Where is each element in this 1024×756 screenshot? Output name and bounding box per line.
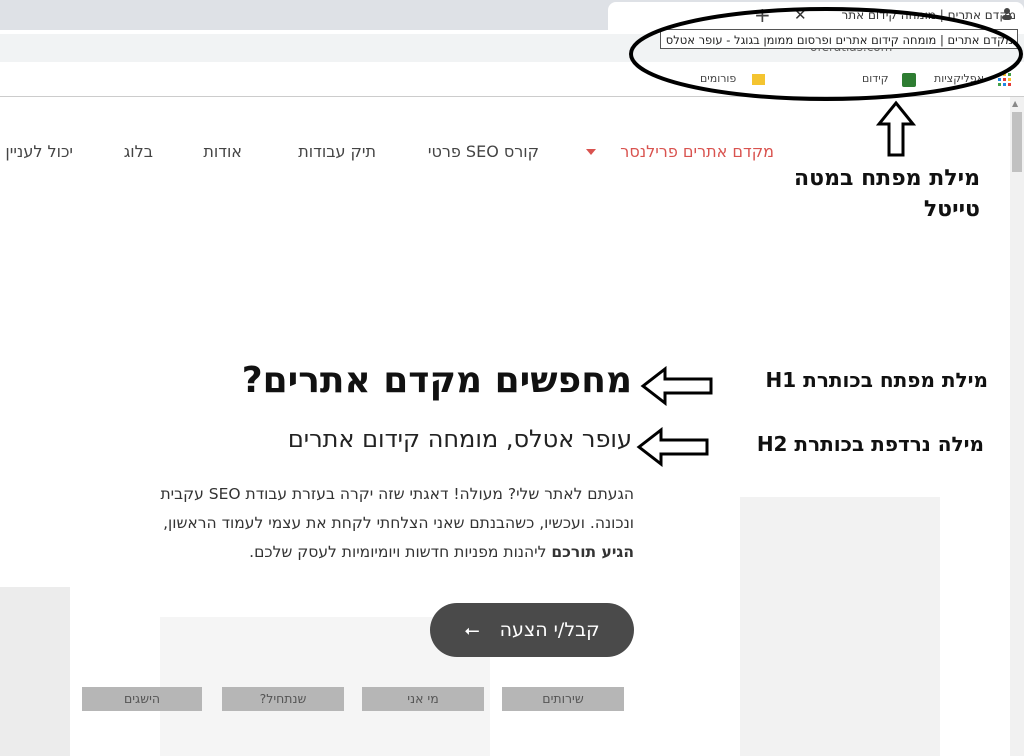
annotation-h1: מילת מפתח בכותרת H1 [765, 368, 988, 392]
tab-services[interactable]: שירותים [502, 687, 624, 711]
tab-about-me[interactable]: מי אני [362, 687, 484, 711]
nav-item-blog[interactable]: בלוג [124, 142, 153, 161]
nav-item-portfolio[interactable]: תיק עבודות [298, 142, 376, 161]
chevron-down-icon[interactable] [586, 149, 596, 155]
annotation-h2: מילה נרדפת בכותרת H2 [756, 432, 984, 456]
hero-line-1: הגעתם לאתר שלי? מעולה! דאגתי שזה יקרה בע… [160, 485, 635, 503]
annotation-ellipse [629, 7, 1023, 101]
background-binder-image [740, 497, 940, 756]
hero-line-3: ליהנות מפניות חדשות ויומיומיות לעסק שלכם… [249, 543, 552, 561]
tab-lets-start[interactable]: שנתחיל? [222, 687, 344, 711]
hero-line-2: ונכונה. ועכשיו, כשהבנתם שאני הצלחתי לקחת… [163, 514, 634, 532]
nav-item-seo-freelancer[interactable]: מקדם אתרים פרילנסר [620, 142, 774, 161]
background-device-image [0, 587, 70, 756]
scrollbar-thumb[interactable] [1012, 112, 1022, 172]
nav-item-seo-course[interactable]: קורס SEO פרטי [428, 142, 539, 161]
hero-paragraph: הגעתם לאתר שלי? מעולה! דאגתי שזה יקרה בע… [90, 480, 635, 567]
arrow-left-h1-icon [640, 366, 713, 406]
arrow-left-h2-icon [636, 427, 709, 467]
subtitle-h2: עופר אטלס, מומחה קידום אתרים [287, 425, 632, 453]
scrollbar[interactable] [1010, 97, 1024, 756]
annotation-meta-title-line1: מילת מפתח במטה [794, 166, 980, 191]
page-title-h1: מחפשים מקדם אתרים? [241, 360, 632, 401]
cta-label: קבל/י הצעה [499, 619, 600, 641]
nav-item-might-interest[interactable]: יכול לעניין [5, 142, 73, 161]
nav-item-about[interactable]: אודות [203, 142, 242, 161]
get-quote-button[interactable]: קבל/י הצעה ⭠ [430, 603, 634, 657]
annotation-meta-title-line2: טייטל [923, 197, 980, 222]
arrow-left-icon: ⭠ [464, 619, 480, 641]
hero-bold-text: הגיע תורכם [551, 543, 634, 561]
arrow-up-icon [876, 100, 916, 157]
tab-achievements[interactable]: הישגים [82, 687, 202, 711]
